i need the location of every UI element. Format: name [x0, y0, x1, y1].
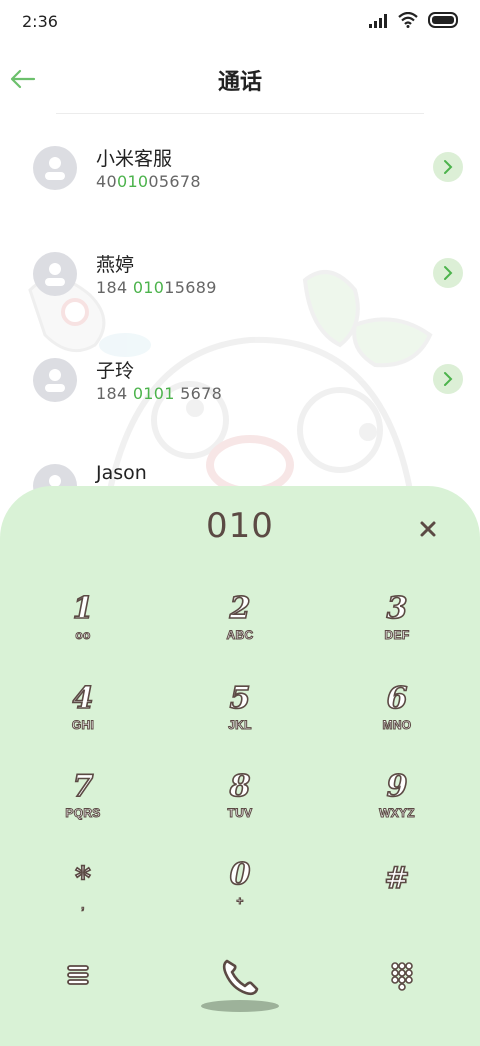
dial-key-1[interactable]: 1 oo [23, 591, 143, 662]
call-button-shadow [201, 1000, 279, 1012]
dial-key-star[interactable]: *, [23, 861, 143, 932]
menu-icon[interactable] [58, 955, 98, 995]
dial-key-2[interactable]: 2 ABC [180, 591, 300, 662]
avatar [33, 146, 77, 190]
status-time: 2:36 [22, 12, 58, 31]
battery-icon [428, 12, 460, 32]
dial-key-0[interactable]: 0 + [180, 857, 300, 928]
page-title: 通话 [217, 70, 262, 95]
dial-key-4[interactable]: 4 GHI [23, 681, 143, 752]
contact-number: 184 01015689 [96, 278, 217, 297]
status-bar: 2:36 [0, 0, 480, 44]
phone-icon[interactable] [218, 955, 262, 999]
dial-key-8[interactable]: 8 TUV [180, 769, 300, 840]
chevron-right-icon[interactable] [433, 364, 463, 394]
dial-key-7[interactable]: 7 PQRS [23, 769, 143, 840]
contact-name: 子玲 [96, 360, 135, 382]
avatar [33, 252, 77, 296]
contact-number: 184 0101 5678 [96, 384, 223, 403]
chevron-right-icon[interactable] [433, 258, 463, 288]
header-divider [56, 113, 424, 114]
header: 通话 [0, 44, 480, 114]
chevron-right-icon[interactable] [433, 152, 463, 182]
avatar [33, 358, 77, 402]
contact-name: 燕婷 [96, 254, 135, 276]
wifi-icon [398, 11, 418, 32]
dial-key-6[interactable]: 6 MNO [337, 681, 457, 752]
dial-key-3[interactable]: 3 DEF [337, 591, 457, 662]
contact-row[interactable]: 子玲 184 0101 5678 [0, 346, 480, 426]
contact-row[interactable]: 燕婷 184 01015689 [0, 240, 480, 320]
contact-number: 4001005678 [96, 172, 201, 191]
voicemail-icon: oo [75, 628, 91, 643]
dial-key-5[interactable]: 5 JKL [180, 681, 300, 752]
clear-icon[interactable] [415, 516, 441, 542]
dial-key-hash[interactable]: # [337, 861, 457, 932]
contact-row[interactable]: 小米客服 4001005678 [0, 134, 480, 214]
contact-name: Jason [96, 462, 147, 484]
dial-key-9[interactable]: 9 WXYZ [337, 769, 457, 840]
dialed-number: 010 [206, 506, 274, 546]
keypad-icon[interactable] [382, 955, 422, 995]
contact-name: 小米客服 [96, 148, 173, 170]
signal-icon [368, 13, 388, 32]
